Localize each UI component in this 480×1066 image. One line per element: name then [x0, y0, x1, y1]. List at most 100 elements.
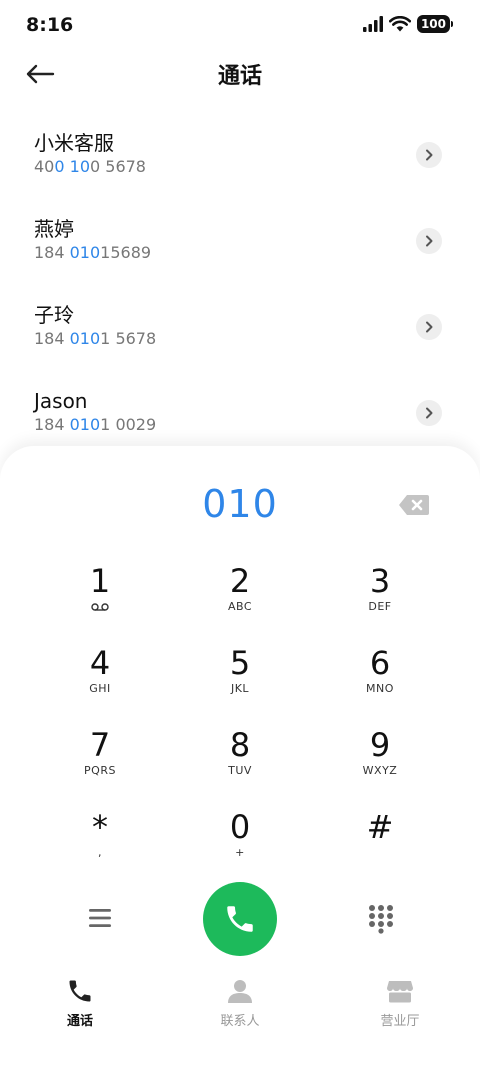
contact-details-button[interactable] [416, 228, 442, 254]
contact-details-button[interactable] [416, 314, 442, 340]
key-star[interactable]: * , [30, 808, 170, 890]
signal-icon [362, 16, 383, 32]
contact-number: 184 01015689 [34, 242, 480, 264]
contact-name: Jason [34, 389, 88, 413]
keypad-row: 1 2 ABC 3 DEF [30, 562, 450, 644]
key-4[interactable]: 4 GHI [30, 644, 170, 726]
dialer-controls [0, 882, 480, 956]
contact-details-button[interactable] [416, 400, 442, 426]
chevron-right-icon [426, 235, 433, 247]
contact-number: 184 0101 5678 [34, 328, 480, 350]
number-segment: 184 [34, 415, 70, 434]
key-hash[interactable]: # [310, 808, 450, 890]
key-letters: JKL [230, 682, 250, 695]
key-6[interactable]: 6 MNO [310, 644, 450, 726]
menu-button[interactable] [86, 906, 114, 930]
chevron-right-icon [426, 321, 433, 333]
number-match-segment: 010 [69, 243, 101, 262]
contact-number: 184 0101 0029 [34, 414, 480, 436]
contact-row[interactable]: 燕婷 184 01015689 [0, 198, 480, 284]
phone-icon [66, 976, 94, 1006]
contact-row[interactable]: 子玲 184 0101 5678 [0, 284, 480, 370]
nav-label: 联系人 [220, 1014, 260, 1029]
key-0[interactable]: 0 + [170, 808, 310, 890]
status-icons: 100 [362, 15, 454, 33]
number-segment: 184 [34, 243, 70, 262]
nav-tab-contacts[interactable]: 联系人 [160, 976, 320, 1036]
key-digit: 5 [229, 644, 251, 682]
key-letters: + [235, 846, 245, 859]
key-5[interactable]: 5 JKL [170, 644, 310, 726]
key-3[interactable]: 3 DEF [310, 562, 450, 644]
number-segment: 1 5678 [100, 329, 157, 348]
status-bar: 8:16 100 [0, 0, 480, 50]
key-letters: GHI [89, 682, 111, 695]
key-7[interactable]: 7 PQRS [30, 726, 170, 808]
contact-name: 燕婷 [34, 217, 74, 241]
dialpad-icon [369, 905, 393, 934]
key-letters: WXYZ [362, 764, 398, 777]
wifi-icon [388, 16, 411, 32]
battery-indicator: 100 [416, 15, 454, 33]
keypad-row: 4 GHI 5 JKL 6 MNO [30, 644, 450, 726]
number-segment: 40 [34, 157, 55, 176]
key-digit: 2 [229, 562, 251, 600]
page-title: 通话 [217, 64, 262, 89]
number-segment: 1 0029 [100, 415, 157, 434]
bottom-navigation: 通话 联系人 营业厅 [0, 976, 480, 1036]
contact-name: 小米客服 [34, 131, 114, 155]
key-letters: DEF [368, 600, 392, 613]
key-letters: PQRS [84, 764, 116, 777]
keypad: 1 2 ABC 3 DEF 4 GHI 5 JKL 6 MNO 7 PQRS 8… [30, 562, 450, 890]
header: 通话 [0, 50, 480, 96]
dialer-panel: 010 1 2 ABC 3 DEF 4 GHI 5 JKL 6 MNO 7 PQ… [0, 446, 480, 1066]
key-digit: # [366, 808, 394, 846]
contact-details-button[interactable] [416, 142, 442, 168]
number-segment: 15689 [100, 243, 152, 262]
keypad-row: 7 PQRS 8 TUV 9 WXYZ [30, 726, 450, 808]
key-digit: 4 [89, 644, 111, 682]
number-match-segment: 0 [54, 157, 65, 176]
person-icon [226, 976, 254, 1006]
key-digit: 0 [229, 808, 251, 846]
nav-label: 营业厅 [380, 1014, 420, 1029]
number-match-segment: 010 [69, 415, 101, 434]
key-8[interactable]: 8 TUV [170, 726, 310, 808]
key-digit: 9 [369, 726, 391, 764]
menu-icon [89, 909, 111, 927]
nav-tab-calls[interactable]: 通话 [0, 976, 160, 1036]
key-9[interactable]: 9 WXYZ [310, 726, 450, 808]
key-digit: 7 [89, 726, 111, 764]
nav-tab-service-hall[interactable]: 营业厅 [320, 976, 480, 1036]
voicemail-icon [91, 600, 109, 614]
number-match-segment: 010 [69, 329, 101, 348]
number-segment: 0 5678 [90, 157, 146, 176]
chevron-right-icon [426, 149, 433, 161]
contact-name: 子玲 [34, 303, 74, 327]
key-digit: * [92, 808, 108, 846]
call-button[interactable] [203, 882, 277, 956]
number-segment: 184 [34, 329, 70, 348]
nav-label: 通话 [66, 1014, 93, 1029]
key-letters: ABC [227, 600, 253, 613]
phone-icon [227, 906, 253, 932]
key-digit: 8 [229, 726, 251, 764]
backspace-button[interactable] [398, 494, 430, 516]
contact-row[interactable]: Jason 184 0101 0029 [0, 370, 480, 456]
key-digit: 1 [89, 562, 111, 600]
status-time: 8:16 [26, 14, 74, 36]
key-digit: 6 [369, 644, 391, 682]
keypad-toggle-button[interactable] [368, 904, 394, 934]
key-digit: 3 [369, 562, 391, 600]
contact-suggestion-list: 小米客服 400 100 5678 燕婷 184 01015689 子玲 184… [0, 112, 480, 456]
number-match-segment: 10 [69, 157, 90, 176]
key-1[interactable]: 1 [30, 562, 170, 644]
key-2[interactable]: 2 ABC [170, 562, 310, 644]
contact-number: 400 100 5678 [34, 156, 480, 178]
backspace-icon [399, 495, 429, 515]
key-letters: , [98, 846, 102, 859]
store-icon [386, 976, 414, 1006]
key-letters: TUV [228, 764, 252, 777]
chevron-right-icon [426, 407, 433, 419]
contact-row[interactable]: 小米客服 400 100 5678 [0, 112, 480, 198]
